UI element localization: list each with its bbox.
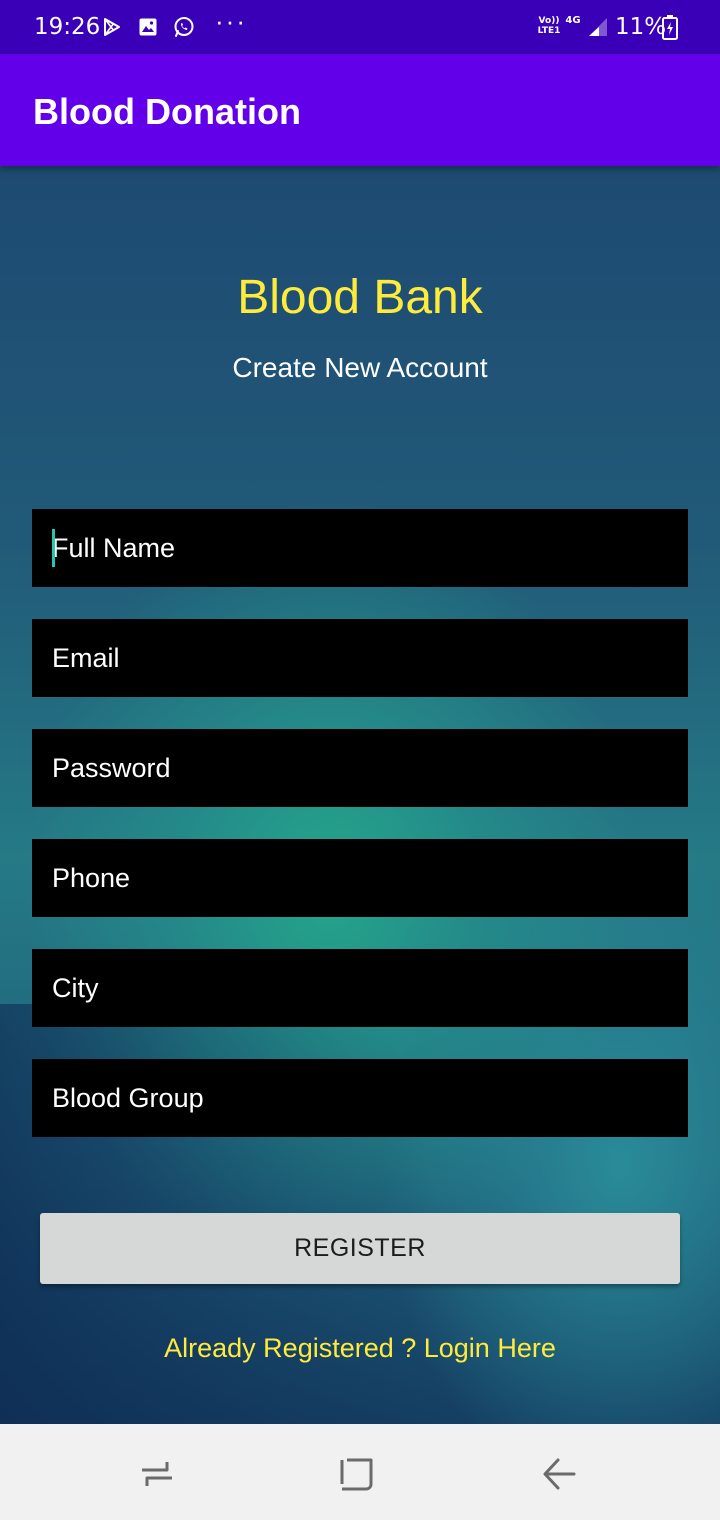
page-subtitle: Create New Account <box>232 352 488 383</box>
app-title: Blood Donation <box>33 91 301 132</box>
network-type-icon: 4G <box>565 15 581 26</box>
blood-group-field[interactable] <box>32 1059 688 1137</box>
password-field[interactable] <box>32 729 688 807</box>
status-bar: 19:26 ··· Vo)) LTE1 4G 11% <box>0 0 720 54</box>
email-field[interactable] <box>32 619 688 697</box>
page-title: Blood Bank <box>237 271 483 324</box>
city-field[interactable] <box>32 949 688 1027</box>
navigation-bar <box>0 1424 720 1520</box>
back-icon[interactable] <box>540 1454 580 1494</box>
city-input[interactable] <box>32 949 688 1027</box>
phone-field[interactable] <box>32 839 688 917</box>
email-input[interactable] <box>32 619 688 697</box>
text-cursor <box>52 529 55 567</box>
password-input[interactable] <box>32 729 688 807</box>
home-icon[interactable] <box>338 1454 378 1494</box>
signal-icon <box>587 16 609 38</box>
volte-icon: Vo)) LTE1 <box>537 16 561 36</box>
register-button[interactable]: REGISTER <box>40 1213 680 1284</box>
play-store-icon <box>100 15 124 39</box>
full-name-input[interactable] <box>32 509 688 587</box>
whatsapp-icon <box>172 15 196 39</box>
more-notifications-icon: ··· <box>215 6 247 36</box>
battery-percent: 11% <box>615 14 667 40</box>
screen: 19:26 ··· Vo)) LTE1 4G 11% Blood Donatio… <box>0 0 720 1520</box>
phone-input[interactable] <box>32 839 688 917</box>
battery-charging-icon <box>662 15 678 40</box>
image-icon <box>136 15 160 39</box>
blood-group-input[interactable] <box>32 1059 688 1137</box>
full-name-field[interactable] <box>32 509 688 587</box>
recents-icon[interactable] <box>137 1454 177 1494</box>
status-time: 19:26 <box>34 14 101 40</box>
app-bar: Blood Donation <box>0 54 720 166</box>
login-link[interactable]: Already Registered ? Login Here <box>0 1333 720 1364</box>
